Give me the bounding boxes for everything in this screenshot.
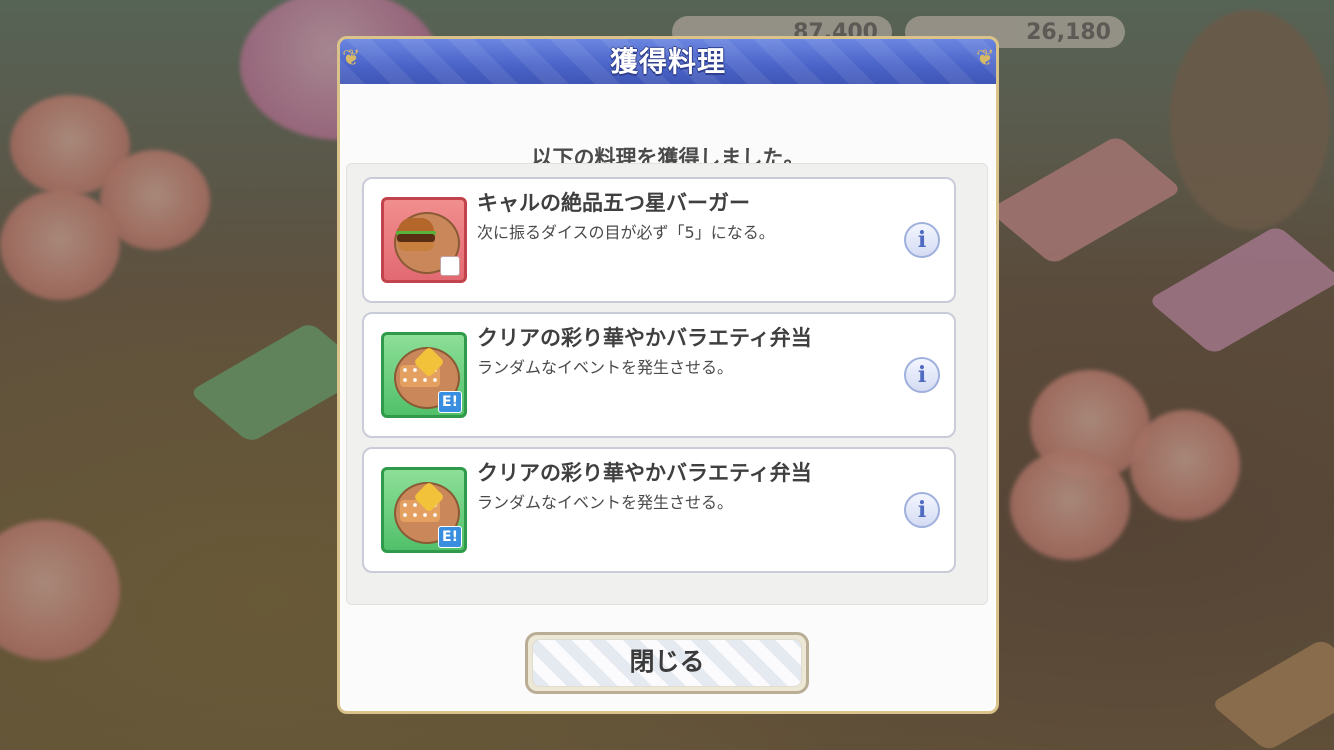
close-button-label: 閉じる: [629, 647, 705, 676]
dish-description: 次に振るダイスの目が必ず「5」になる。: [477, 223, 775, 242]
bento-dish-icon: E!: [381, 332, 467, 418]
dish-name: キャルの絶品五つ星バーガー: [477, 191, 750, 215]
dish-description: ランダムなイベントを発生させる。: [477, 493, 734, 512]
dialog-title: 獲得料理: [609, 45, 726, 78]
burger-dish-icon: [381, 197, 467, 283]
event-badge: E!: [438, 526, 462, 548]
list-item: キャルの絶品五つ星バーガー 次に振るダイスの目が必ず「5」になる。 i: [362, 177, 956, 303]
info-button[interactable]: i: [904, 357, 940, 393]
list-item: E! クリアの彩り華やかバラエティ弁当 ランダムなイベントを発生させる。 i: [362, 312, 956, 438]
obtained-dishes-dialog: ❦ ❦ 獲得料理 以下の料理を獲得しました。 キャルの絶品五つ星バーガー 次に振…: [337, 36, 999, 714]
list-item: E! クリアの彩り華やかバラエティ弁当 ランダムなイベントを発生させる。 i: [362, 447, 956, 573]
dish-list: キャルの絶品五つ星バーガー 次に振るダイスの目が必ず「5」になる。 i E! ク…: [346, 163, 988, 605]
dish-name: クリアの彩り華やかバラエティ弁当: [477, 326, 812, 350]
info-button[interactable]: i: [904, 222, 940, 258]
info-button[interactable]: i: [904, 492, 940, 528]
dish-description: ランダムなイベントを発生させる。: [477, 358, 734, 377]
dice-icon: [440, 256, 460, 276]
dish-name: クリアの彩り華やかバラエティ弁当: [477, 461, 812, 485]
event-badge: E!: [438, 391, 462, 413]
close-button[interactable]: 閉じる: [525, 632, 809, 694]
dialog-title-bar: ❦ ❦ 獲得料理: [337, 36, 999, 84]
bento-dish-icon: E!: [381, 467, 467, 553]
